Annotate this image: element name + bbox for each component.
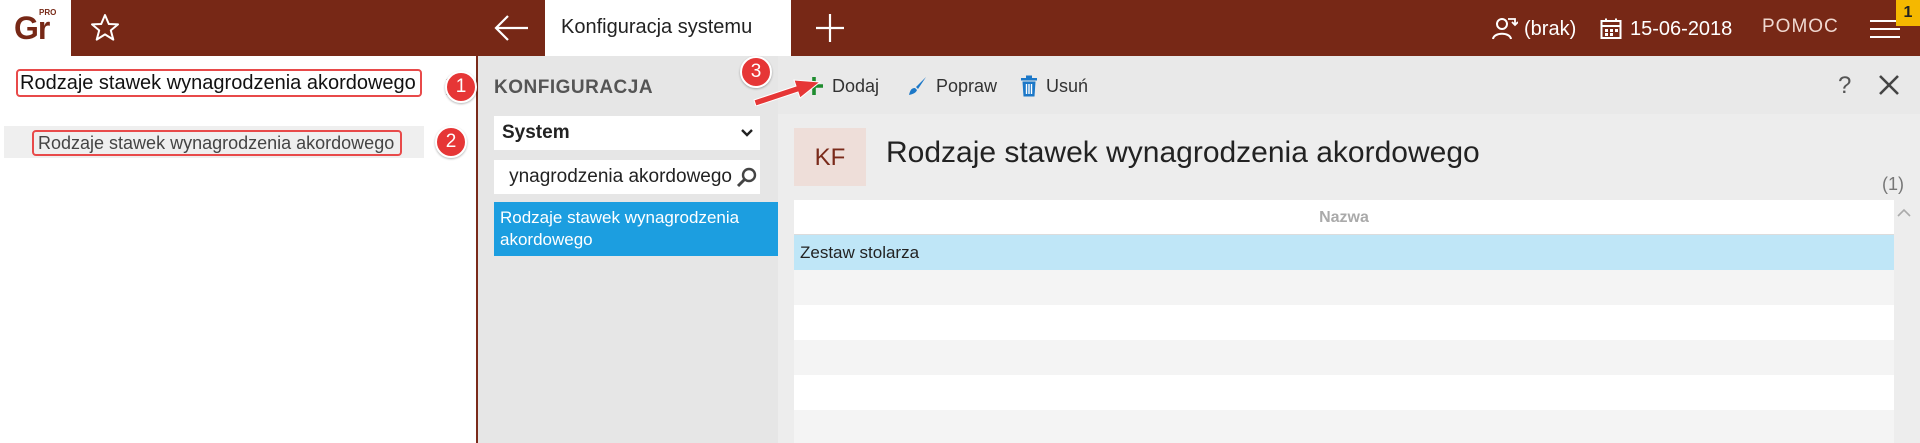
search-input-value: Rodzaje stawek wynagrodzenia akordowego [16,69,422,97]
callout-badge-3: 3 [740,56,772,88]
tab-configuration[interactable]: Konfiguracja systemu [545,0,791,56]
empty-table-row [794,375,1894,410]
main-content: Dodaj Popraw Usuń ? KF Rodzaje stawek wy… [778,56,1920,443]
empty-table-row [794,340,1894,375]
delete-button[interactable]: Usuń [1020,74,1088,98]
grid-column-header-label: Nazwa [1319,209,1369,226]
search-result-label: Rodzaje stawek wynagrodzenia akordowego [32,130,403,156]
page-title: Rodzaje stawek wynagrodzenia akordowego [886,136,1480,169]
new-tab-plus-icon[interactable] [812,10,848,46]
record-count: (1) [1882,174,1904,194]
date-label: 15-06-2018 [1630,17,1733,40]
module-select[interactable]: System [494,116,760,150]
configuration-nav: KONFIGURACJA System ynagrodzenia akordow… [478,56,778,443]
date-indicator[interactable]: 15-06-2018 [1600,15,1732,43]
user-switch-icon [1492,18,1518,40]
delete-button-label: Usuń [1046,75,1089,96]
config-search-input[interactable]: ynagrodzenia akordowego [494,160,760,194]
close-icon[interactable] [1878,74,1900,96]
help-link[interactable]: POMOC [1762,16,1839,38]
module-select-value: System [502,122,570,143]
module-badge-text: KF [814,144,846,171]
logo-badge: PRO [39,8,57,17]
config-search-value: ynagrodzenia akordowego [509,166,732,187]
toolbar: Dodaj Popraw Usuń ? [778,56,1920,114]
search-result-item[interactable]: Rodzaje stawek wynagrodzenia akordowego [4,126,424,158]
edit-button-label: Popraw [936,75,998,96]
empty-table-row [794,410,1894,443]
user-label: (brak) [1524,17,1577,40]
app-logo[interactable]: Gr PRO [0,0,71,56]
search-input[interactable]: Rodzaje stawek wynagrodzenia akordowego [16,69,436,100]
grid-column-header[interactable]: Nazwa [794,200,1894,235]
empty-table-row [794,270,1894,305]
back-arrow-icon[interactable] [492,10,532,46]
config-nav-item-label: Rodzaje stawek wynagrodzenia akordowego [500,208,740,249]
module-badge: KF [794,128,866,186]
table-row[interactable]: Zestaw stolarza [794,235,1894,270]
scroll-up-chevron-icon[interactable] [1896,206,1912,220]
help-button[interactable]: ? [1838,72,1851,100]
edit-button[interactable]: Popraw [906,74,997,98]
top-bar: Gr PRO Konfiguracja systemu (brak) 15-06… [0,0,1920,56]
config-nav-title: KONFIGURACJA [494,77,654,98]
callout-badge-2: 2 [435,126,467,158]
callout-badge-1: 1 [445,71,477,103]
favorite-star-icon[interactable] [88,11,122,45]
search-icon[interactable] [736,166,758,188]
notification-badge[interactable]: 1 [1896,0,1920,26]
empty-table-row [794,305,1894,340]
data-grid: Nazwa Zestaw stolarza [794,200,1894,443]
table-cell: Zestaw stolarza [800,243,920,262]
tab-configuration-label: Konfiguracja systemu [561,16,753,38]
chevron-down-icon [741,129,753,137]
add-button-label: Dodaj [832,75,880,96]
trash-icon [1021,75,1037,97]
brush-icon [909,77,926,95]
calendar-icon [1600,18,1622,39]
user-indicator[interactable]: (brak) [1490,15,1576,43]
config-nav-item-active[interactable]: Rodzaje stawek wynagrodzenia akordowego [494,202,778,256]
search-panel: Rodzaje stawek wynagrodzenia akordowego … [0,56,476,443]
